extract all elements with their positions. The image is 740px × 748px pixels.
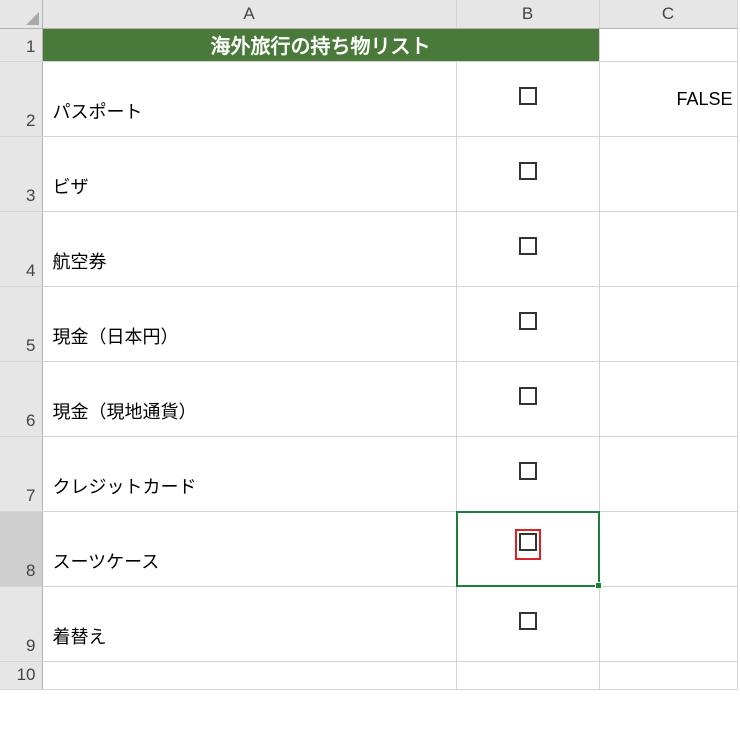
cell-B6[interactable] bbox=[456, 361, 599, 436]
cell-B4[interactable] bbox=[456, 211, 599, 286]
cell-A4[interactable]: 航空券 bbox=[42, 211, 456, 286]
cell-B9[interactable] bbox=[456, 586, 599, 661]
cell-A8[interactable]: スーツケース bbox=[42, 511, 456, 586]
cell-A2[interactable]: パスポート bbox=[42, 61, 456, 136]
cell-C3[interactable] bbox=[599, 136, 737, 211]
cell-A7[interactable]: クレジットカード bbox=[42, 436, 456, 511]
row-header-7[interactable]: 7 bbox=[0, 436, 42, 511]
checkbox-icon[interactable] bbox=[519, 237, 537, 255]
col-header-B[interactable]: B bbox=[456, 0, 599, 28]
cell-B10[interactable] bbox=[456, 661, 599, 689]
checkbox-icon[interactable] bbox=[519, 462, 537, 480]
checkbox-icon[interactable] bbox=[519, 162, 537, 180]
cell-B2[interactable] bbox=[456, 61, 599, 136]
col-header-C[interactable]: C bbox=[599, 0, 737, 28]
col-header-A[interactable]: A bbox=[42, 0, 456, 28]
cell-C10[interactable] bbox=[599, 661, 737, 689]
row-header-8[interactable]: 8 bbox=[0, 511, 42, 586]
cell-B5[interactable] bbox=[456, 286, 599, 361]
row-header-4[interactable]: 4 bbox=[0, 211, 42, 286]
cell-C8[interactable] bbox=[599, 511, 737, 586]
checkbox-icon[interactable] bbox=[519, 312, 537, 330]
cell-B7[interactable] bbox=[456, 436, 599, 511]
select-all-corner[interactable] bbox=[0, 0, 42, 28]
cell-C2[interactable]: FALSE bbox=[599, 61, 737, 136]
cell-A9[interactable]: 着替え bbox=[42, 586, 456, 661]
cell-C5[interactable] bbox=[599, 286, 737, 361]
row-header-3[interactable]: 3 bbox=[0, 136, 42, 211]
cell-B3[interactable] bbox=[456, 136, 599, 211]
spreadsheet-grid: A B C 1 海外旅行の持ち物リスト 2 パスポート FALSE 3 ビザ 4… bbox=[0, 0, 738, 690]
row-header-10[interactable]: 10 bbox=[0, 661, 42, 689]
cell-C7[interactable] bbox=[599, 436, 737, 511]
checkbox-icon[interactable] bbox=[519, 87, 537, 105]
row-header-2[interactable]: 2 bbox=[0, 61, 42, 136]
row-header-6[interactable]: 6 bbox=[0, 361, 42, 436]
cell-A5[interactable]: 現金（日本円） bbox=[42, 286, 456, 361]
cell-A10[interactable] bbox=[42, 661, 456, 689]
cell-C4[interactable] bbox=[599, 211, 737, 286]
row-header-5[interactable]: 5 bbox=[0, 286, 42, 361]
checkbox-icon[interactable] bbox=[519, 612, 537, 630]
checkbox-icon[interactable] bbox=[519, 533, 537, 551]
cell-A6[interactable]: 現金（現地通貨） bbox=[42, 361, 456, 436]
cell-C9[interactable] bbox=[599, 586, 737, 661]
row-header-1[interactable]: 1 bbox=[0, 28, 42, 61]
cell-A3[interactable]: ビザ bbox=[42, 136, 456, 211]
cell-B8-selected[interactable] bbox=[456, 511, 599, 586]
checkbox-icon[interactable] bbox=[519, 387, 537, 405]
cell-C1[interactable] bbox=[599, 28, 737, 61]
title-cell[interactable]: 海外旅行の持ち物リスト bbox=[42, 28, 599, 61]
row-header-9[interactable]: 9 bbox=[0, 586, 42, 661]
cell-C6[interactable] bbox=[599, 361, 737, 436]
checkbox-selected-outline bbox=[515, 529, 541, 560]
